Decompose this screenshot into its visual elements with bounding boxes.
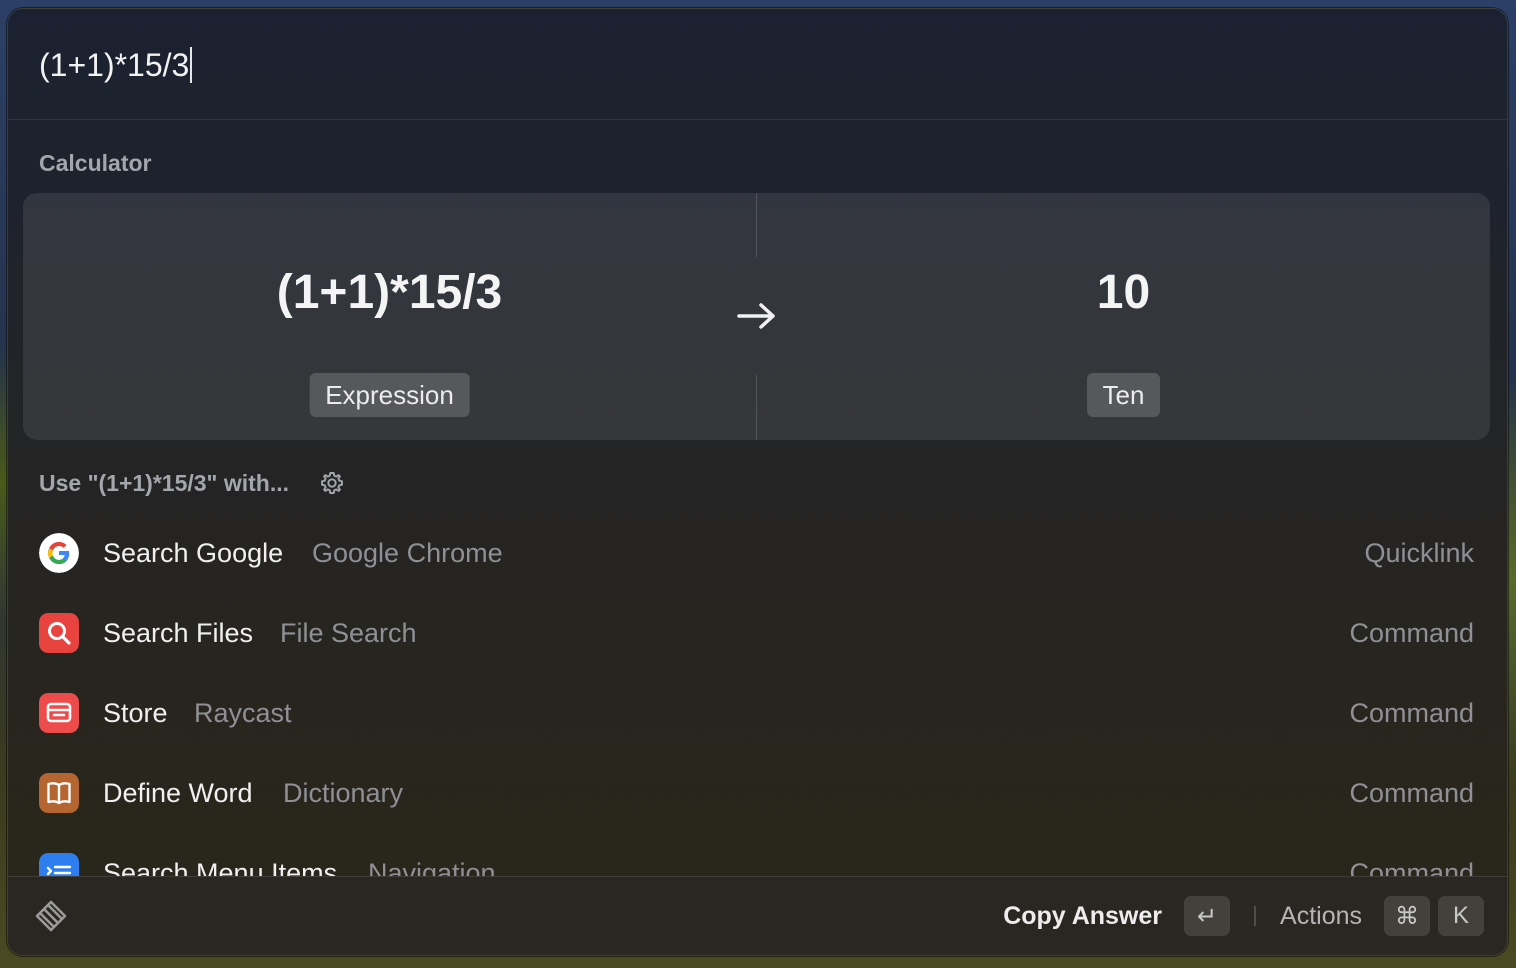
list-item-title: Store [103,698,168,728]
k-key-icon: K [1438,896,1484,936]
list-item[interactable]: Search Google Google Chrome Quicklink [8,513,1507,593]
calculator-result: 10 [1096,266,1151,319]
list-item[interactable]: Store Raycast Command [8,673,1507,753]
calculator-expression: (1+1)*15/3 [276,266,503,319]
google-icon [39,533,79,573]
calculator-section-title: Calculator [39,150,152,176]
use-with-header: Use "(1+1)*15/3" with... [39,469,345,497]
return-key-icon: ↵ [1184,896,1231,936]
calculator-result-panel: 10 Ten [757,193,1490,440]
copy-answer-button[interactable]: Copy Answer [1003,902,1162,931]
list-item-accessory: Command [1349,778,1474,808]
results-list: Search Google Google Chrome Quicklink Se… [8,513,1507,913]
search-input[interactable]: (1+1)*15/3 [39,45,193,85]
list-item-title: Search Files [103,618,254,648]
list-item-title: Search Google [103,538,284,568]
list-item-subtitle: File Search [280,618,417,648]
actions-button[interactable]: Actions [1280,902,1362,931]
list-item-subtitle: Google Chrome [312,538,503,568]
list-item[interactable]: Search Files File Search Command [8,593,1507,673]
footer-actions: Copy Answer ↵ Actions ⌘ K [1003,895,1484,937]
list-item-accessory: Command [1349,618,1474,648]
store-icon [39,693,79,733]
divider [1254,906,1257,926]
raycast-logo-icon [35,900,67,932]
action-bar: Copy Answer ↵ Actions ⌘ K [8,876,1507,955]
calculator-expression-panel: (1+1)*15/3 Expression [23,193,756,440]
calculator-card[interactable]: (1+1)*15/3 Expression 10 Ten [23,193,1490,440]
gear-icon[interactable] [319,470,345,496]
result-label: Ten [1086,373,1161,417]
list-item-subtitle: Raycast [194,698,292,728]
search-bar[interactable]: (1+1)*15/3 [8,9,1507,120]
search-query[interactable]: (1+1)*15/3 [39,47,189,83]
launcher-window: (1+1)*15/3 Calculator (1+1)*15/3 Express… [7,8,1508,956]
list-item[interactable]: Define Word Dictionary Command [8,753,1507,833]
search-files-icon [39,613,79,653]
use-with-label: Use "(1+1)*15/3" with... [39,470,289,496]
text-caret [190,47,193,83]
list-item-accessory: Command [1349,698,1474,728]
expression-label: Expression [309,373,470,417]
list-item-subtitle: Dictionary [283,778,404,808]
command-key-icon: ⌘ [1384,896,1430,936]
list-item-title: Define Word [103,778,253,808]
dictionary-icon [39,773,79,813]
list-item-accessory: Quicklink [1364,538,1474,568]
